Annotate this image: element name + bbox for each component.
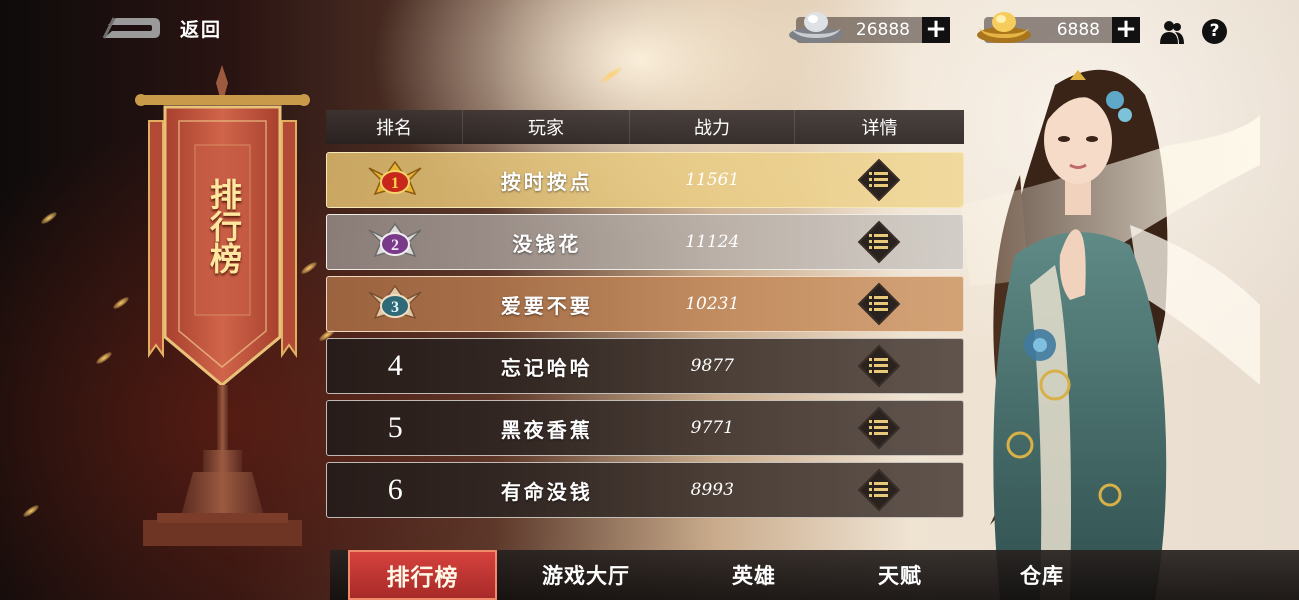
ember-particle bbox=[598, 65, 624, 85]
detail-button[interactable] bbox=[857, 158, 901, 202]
detail-cell bbox=[795, 215, 963, 269]
banner-title: 排行榜 bbox=[205, 178, 243, 274]
detail-cell bbox=[795, 339, 963, 393]
detail-cell bbox=[795, 277, 963, 331]
silver-medal-icon: 2 bbox=[368, 222, 422, 258]
silver-amount: 26888 bbox=[855, 20, 910, 40]
rank-number: 3 bbox=[391, 299, 399, 316]
silver-currency: 26888 + bbox=[789, 12, 950, 46]
table-row: 5 黑夜香蕉 9771 bbox=[326, 400, 964, 456]
player-name: 按时按点 bbox=[500, 169, 593, 194]
add-gold-button[interactable]: + bbox=[1112, 16, 1140, 43]
rank-cell: 2 bbox=[327, 215, 464, 269]
rank-cell: 3 bbox=[327, 277, 464, 331]
table-row: 2 没钱花 11124 bbox=[326, 214, 964, 270]
player-name: 有命没钱 bbox=[500, 479, 593, 504]
ember-particle bbox=[21, 503, 41, 519]
bronze-medal-icon: 3 bbox=[368, 284, 422, 320]
column-power: 战力 bbox=[630, 110, 795, 144]
table-row: 1 按时按点 11561 bbox=[326, 152, 964, 208]
detail-list-icon bbox=[868, 358, 888, 373]
detail-cell bbox=[795, 463, 963, 517]
gold-medal-icon: 1 bbox=[368, 160, 422, 196]
table-header: 排名 玩家 战力 详情 bbox=[326, 110, 964, 144]
detail-button[interactable] bbox=[857, 282, 901, 326]
detail-list-icon bbox=[868, 172, 888, 187]
rank-number: 4 bbox=[387, 349, 403, 382]
tab-storage[interactable]: 仓库 bbox=[988, 550, 1096, 600]
table-row: 4 忘记哈哈 9877 bbox=[326, 338, 964, 394]
column-rank: 排名 bbox=[326, 110, 463, 144]
detail-list-icon bbox=[868, 296, 888, 311]
gold-currency: 6888 + bbox=[977, 12, 1140, 46]
silver-ingot-icon bbox=[789, 12, 843, 43]
rank-cell: 1 bbox=[327, 153, 464, 207]
player-power: 10231 bbox=[685, 294, 740, 314]
detail-list-icon bbox=[868, 420, 888, 435]
detail-list-icon bbox=[868, 482, 888, 497]
player-power: 8993 bbox=[690, 480, 734, 500]
player-power: 11124 bbox=[685, 232, 740, 252]
hero-character-illustration bbox=[960, 69, 1260, 600]
back-label: 返回 bbox=[180, 18, 223, 41]
tab-heroes[interactable]: 英雄 bbox=[700, 550, 808, 600]
help-icon[interactable]: ? bbox=[1202, 19, 1227, 44]
table-row: 6 有命没钱 8993 bbox=[326, 462, 964, 518]
player-name: 没钱花 bbox=[512, 231, 582, 256]
table-row: 3 爱要不要 10231 bbox=[326, 276, 964, 332]
ember-particle bbox=[39, 210, 59, 226]
detail-button[interactable] bbox=[857, 468, 901, 512]
player-power: 9877 bbox=[690, 356, 734, 376]
rank-number: 1 bbox=[391, 175, 399, 192]
friends-icon[interactable] bbox=[1158, 18, 1186, 46]
tab-game-lobby[interactable]: 游戏大厅 bbox=[520, 550, 652, 600]
back-button[interactable]: 返回 bbox=[102, 14, 222, 42]
ember-particle bbox=[94, 350, 114, 366]
back-arrow-icon bbox=[102, 17, 160, 39]
tab-talents[interactable]: 天赋 bbox=[846, 550, 954, 600]
leaderboard-table: 排名 玩家 战力 详情 bbox=[326, 110, 964, 144]
add-silver-button[interactable]: + bbox=[922, 16, 950, 43]
column-player: 玩家 bbox=[463, 110, 630, 144]
player-power: 9771 bbox=[690, 418, 734, 438]
tab-leaderboard[interactable]: 排行榜 bbox=[348, 550, 497, 600]
leaderboard-banner bbox=[135, 65, 310, 546]
detail-list-icon bbox=[868, 234, 888, 249]
ember-particle bbox=[111, 295, 131, 311]
gold-ingot-icon bbox=[977, 12, 1031, 43]
player-name: 黑夜香蕉 bbox=[500, 417, 593, 442]
detail-button[interactable] bbox=[857, 406, 901, 450]
detail-cell bbox=[795, 153, 963, 207]
gold-amount: 6888 bbox=[1056, 20, 1100, 40]
detail-button[interactable] bbox=[857, 344, 901, 388]
player-name: 爱要不要 bbox=[500, 293, 593, 318]
rank-number: 6 bbox=[387, 473, 403, 506]
detail-cell bbox=[795, 401, 963, 455]
player-power: 11561 bbox=[685, 170, 740, 190]
column-detail: 详情 bbox=[861, 118, 898, 139]
rank-number: 2 bbox=[391, 237, 399, 254]
rank-number: 5 bbox=[387, 411, 403, 444]
player-name: 忘记哈哈 bbox=[500, 355, 593, 380]
detail-button[interactable] bbox=[857, 220, 901, 264]
